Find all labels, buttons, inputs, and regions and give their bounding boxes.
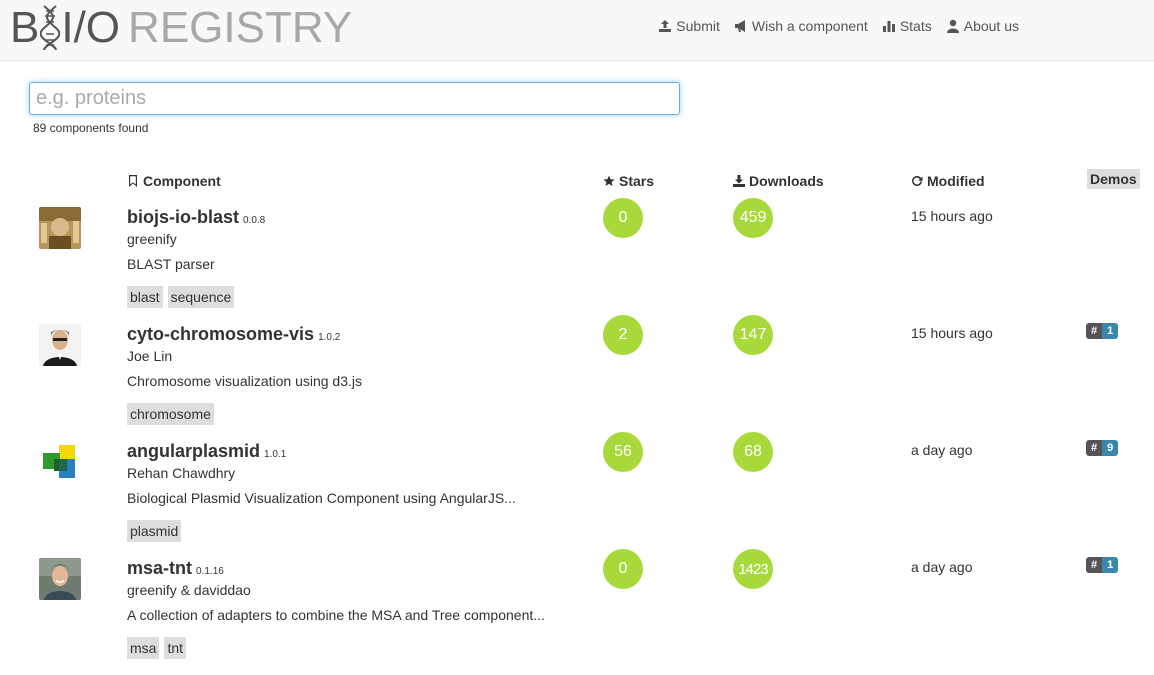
demo-hash: # [1086, 557, 1103, 573]
avatar[interactable] [39, 558, 81, 600]
component-version: 1.0.2 [318, 332, 341, 343]
avatar-image [39, 207, 81, 249]
logo-registry: REGISTRY [128, 3, 353, 52]
tag[interactable]: plasmid [127, 520, 182, 542]
bookmark-icon [129, 175, 137, 187]
logo[interactable]: B I/O REGISTRY [10, 3, 353, 52]
table-row: angularplasmid 1.0.1 Rehan Chawdhry Biolo… [0, 432, 1154, 558]
avatar-image [39, 324, 81, 366]
component-author[interactable]: Joe Lin [127, 348, 172, 364]
column-header-downloads-label: Downloads [749, 173, 824, 189]
table-row: cyto-chromosome-vis 1.0.2 Joe Lin Chromos… [0, 315, 1154, 441]
demo-hash: # [1086, 440, 1103, 456]
nav-about-label: About us [963, 18, 1019, 34]
tag-list: msa tnt [127, 637, 187, 659]
nav-submit-label: Submit [676, 18, 720, 34]
tag[interactable]: chromosome [127, 403, 214, 425]
component-version: 1.0.1 [264, 449, 287, 460]
stars-badge: 0 [603, 549, 643, 589]
nav-wish-component[interactable]: Wish a component [734, 18, 868, 34]
demo-count-badge[interactable]: #1 [1086, 323, 1119, 339]
search-input[interactable] [29, 82, 680, 115]
avatar[interactable] [39, 207, 81, 249]
table-row: msa-tnt 0.1.16 greenify & daviddao A coll… [0, 549, 1154, 675]
avatar-image [39, 558, 81, 600]
component-author[interactable]: greenify & daviddao [127, 582, 251, 598]
nav-about-us[interactable]: About us [946, 18, 1019, 34]
component-name[interactable]: biojs-io-blast 0.0.8 [127, 207, 265, 228]
user-icon [946, 19, 959, 33]
component-name[interactable]: cyto-chromosome-vis 1.0.2 [127, 324, 340, 345]
component-author[interactable]: Rehan Chawdhry [127, 465, 235, 481]
tag[interactable]: msa [127, 637, 160, 659]
downloads-badge: 68 [733, 432, 773, 472]
downloads-badge: 1423 [733, 549, 773, 589]
avatar[interactable] [39, 324, 81, 366]
component-name[interactable]: msa-tnt 0.1.16 [127, 558, 224, 579]
tag[interactable]: sequence [167, 286, 235, 308]
download-icon [733, 175, 745, 187]
demo-count: 1 [1102, 323, 1119, 339]
column-header-downloads[interactable]: Downloads [733, 173, 824, 189]
refresh-icon [912, 176, 923, 187]
demo-hash: # [1086, 323, 1103, 339]
demo-count-badge[interactable]: #9 [1086, 440, 1119, 456]
downloads-badge: 147 [733, 315, 773, 355]
stars-badge: 2 [603, 315, 643, 355]
column-header-stars-label: Stars [619, 173, 655, 189]
demo-count: 1 [1102, 557, 1119, 573]
tag[interactable]: tnt [164, 637, 187, 659]
nav-wish-label: Wish a component [751, 18, 868, 34]
stats-icon [882, 21, 895, 32]
component-name-text: angularplasmid [127, 441, 261, 461]
modified-time: 15 hours ago [911, 325, 993, 341]
component-description: A collection of adapters to combine the … [127, 607, 545, 623]
navbar: B I/O REGISTRY Submit Wish a component S… [0, 0, 1154, 61]
nav-stats-label: Stats [899, 18, 932, 34]
component-author[interactable]: greenify [127, 231, 177, 247]
modified-time: 15 hours ago [911, 208, 993, 224]
column-header-stars[interactable]: Stars [603, 173, 654, 189]
demo-count: 9 [1102, 440, 1119, 456]
component-version: 0.0.8 [243, 215, 266, 226]
demo-count-badge[interactable]: #1 [1086, 557, 1119, 573]
nav-submit[interactable]: Submit [658, 18, 720, 34]
stars-badge: 56 [603, 432, 643, 472]
tag-list: plasmid [127, 520, 182, 542]
bullhorn-icon [734, 20, 745, 32]
column-header-component[interactable]: Component [127, 173, 221, 189]
downloads-badge: 459 [733, 198, 773, 238]
modified-time: a day ago [911, 442, 973, 458]
main-nav: Submit Wish a component Stats About us [658, 18, 1019, 34]
avatar[interactable] [39, 441, 81, 483]
component-version: 0.1.16 [196, 566, 224, 577]
column-header-modified-label: Modified [927, 173, 985, 189]
avatar-image [39, 441, 81, 483]
tag[interactable]: blast [127, 286, 163, 308]
column-header-component-label: Component [143, 173, 221, 189]
results-count: 89 components found [33, 121, 149, 135]
component-name-text: biojs-io-blast [127, 207, 239, 227]
component-name[interactable]: angularplasmid 1.0.1 [127, 441, 286, 462]
star-icon [603, 175, 615, 186]
column-header-demos[interactable]: Demos [1087, 169, 1140, 189]
dna-helix-icon [40, 5, 61, 51]
upload-icon [659, 20, 672, 32]
component-description: Biological Plasmid Visualization Compone… [127, 490, 516, 506]
logo-b: B [10, 3, 40, 52]
component-description: BLAST parser [127, 256, 215, 272]
nav-stats[interactable]: Stats [882, 18, 932, 34]
modified-time: a day ago [911, 559, 973, 575]
component-name-text: msa-tnt [127, 558, 193, 578]
table-row: biojs-io-blast 0.0.8 greenify BLAST parse… [0, 198, 1154, 324]
stars-badge: 0 [603, 198, 643, 238]
component-name-text: cyto-chromosome-vis [127, 324, 315, 344]
column-header-modified[interactable]: Modified [911, 173, 985, 189]
component-description: Chromosome visualization using d3.js [127, 373, 362, 389]
logo-io: I/O [61, 3, 121, 52]
tag-list: chromosome [127, 403, 214, 425]
tag-list: blast sequence [127, 286, 235, 308]
